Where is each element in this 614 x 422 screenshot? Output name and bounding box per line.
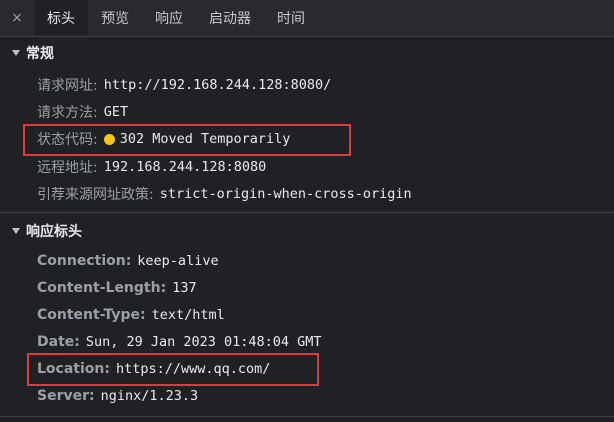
- header-date-row: Date: Sun, 29 Jan 2023 01:48:04 GMT: [37, 331, 322, 353]
- header-content-length-row: Content-Length: 137: [37, 277, 197, 299]
- header-content-type-key: Content-Type:: [37, 307, 146, 323]
- general-section-header[interactable]: 常规: [0, 38, 614, 68]
- expand-triangle-icon: [12, 228, 20, 234]
- tab-response[interactable]: 响应: [142, 0, 196, 36]
- bottom-divider: [0, 416, 614, 417]
- header-connection-key: Connection:: [37, 253, 132, 269]
- header-server-row: Server: nginx/1.23.3: [37, 385, 198, 407]
- tab-headers[interactable]: 标头: [34, 0, 88, 36]
- referrer-policy-value: strict-origin-when-cross-origin: [159, 186, 412, 202]
- tab-initiator[interactable]: 启动器: [196, 0, 264, 36]
- referrer-policy-row: 引荐来源网址政策: strict-origin-when-cross-origi…: [37, 183, 412, 205]
- request-url-key: 请求网址:: [37, 78, 98, 94]
- section-divider: [0, 212, 614, 213]
- general-section: 常规: [0, 38, 614, 68]
- devtools-network-headers-panel: × 标头 预览 响应 启动器 时间 常规 请求网址: http://192.16…: [0, 0, 614, 422]
- header-date-value: Sun, 29 Jan 2023 01:48:04 GMT: [85, 334, 322, 350]
- header-server-value: nginx/1.23.3: [100, 388, 199, 404]
- header-connection-value: keep-alive: [137, 253, 219, 269]
- response-headers-section-header[interactable]: 响应标头: [0, 216, 614, 246]
- location-highlight-box: [27, 353, 319, 386]
- response-headers-section: 响应标头: [0, 216, 614, 246]
- close-icon[interactable]: ×: [0, 0, 34, 36]
- header-date-key: Date:: [37, 334, 80, 350]
- request-url-row: 请求网址: http://192.168.244.128:8080/: [37, 74, 331, 96]
- header-server-key: Server:: [37, 388, 95, 404]
- referrer-policy-key: 引荐来源网址政策:: [37, 187, 154, 203]
- header-content-type-value: text/html: [151, 307, 225, 323]
- general-section-title: 常规: [26, 46, 54, 62]
- header-content-length-key: Content-Length:: [37, 280, 167, 296]
- remote-address-row: 远程地址: 192.168.244.128:8080: [37, 156, 266, 178]
- request-method-row: 请求方法: GET: [37, 101, 128, 123]
- tab-preview[interactable]: 预览: [88, 0, 142, 36]
- expand-triangle-icon: [12, 50, 20, 56]
- remote-address-value: 192.168.244.128:8080: [103, 159, 267, 175]
- request-method-value: GET: [103, 104, 129, 120]
- header-content-type-row: Content-Type: text/html: [37, 304, 225, 326]
- response-headers-section-title: 响应标头: [26, 224, 82, 240]
- remote-address-key: 远程地址:: [37, 160, 98, 176]
- tab-timing[interactable]: 时间: [264, 0, 318, 36]
- request-method-key: 请求方法:: [37, 105, 98, 121]
- tab-bar: × 标头 预览 响应 启动器 时间: [0, 0, 614, 37]
- header-connection-row: Connection: keep-alive: [37, 250, 219, 272]
- header-content-length-value: 137: [172, 280, 197, 296]
- request-url-value: http://192.168.244.128:8080/: [103, 77, 332, 93]
- status-code-highlight-box: [23, 124, 351, 156]
